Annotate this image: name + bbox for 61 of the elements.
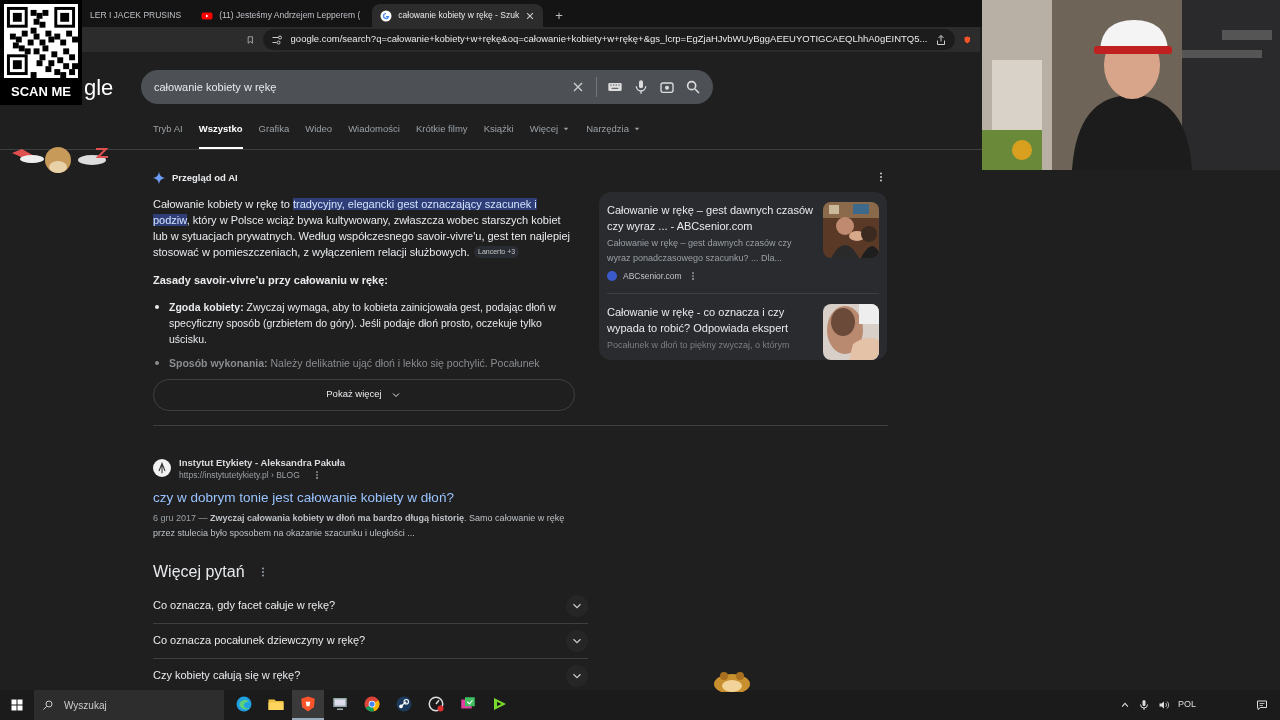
bullet-text: Zgoda kobiety: Zwyczaj wymaga, aby to kobieta zainicjowała gest, podając dłoń w specyficzny sposób (grzbietem do góry). Jeśli podaje dłoń prosto, oczekuje tylko uścisku.: [169, 299, 557, 347]
source-snippet: Całowanie w rękę – gest dawnych czasów czy wyraz ponadczasowego szacunku? ... Dla...: [607, 237, 793, 265]
microphone-icon[interactable]: [633, 79, 649, 95]
search-tab[interactable]: Wideo: [305, 122, 333, 149]
bullet-text: Sposób wykonania: Należy delikatnie ująć dłoń i lekko się pochylić. Pocałunek: [169, 355, 540, 371]
google-icon: [380, 9, 393, 22]
browser-tab[interactable]: całowanie kobiety w rękę - Szuk: [372, 4, 544, 27]
site-favicon-icon: [607, 271, 617, 282]
microphone-icon[interactable]: [1138, 699, 1150, 711]
camera-icon[interactable]: [659, 79, 675, 95]
search-tab[interactable]: Wiadomości: [348, 122, 400, 149]
language-indicator[interactable]: POL: [1178, 698, 1196, 712]
chrome-icon: [363, 695, 381, 713]
browser-tab[interactable]: (11) Jesteśmy Andrzejem Lepperem (: [193, 4, 369, 27]
search-tab[interactable]: Tryb AI: [153, 122, 183, 149]
question-row[interactable]: Co oznacza pocałunek dziewczyny w rękę?: [153, 623, 588, 659]
result-title-link[interactable]: czy w dobrym tonie jest całowanie kobiety w dłoń?: [153, 488, 888, 507]
edge-browser-icon: [235, 695, 253, 713]
question-row[interactable]: Co oznacza, gdy facet całuje w rękę?: [153, 588, 588, 624]
speaker-icon[interactable]: [1158, 699, 1170, 711]
sparkle-icon: [152, 171, 166, 185]
site-logo-icon: [153, 459, 171, 477]
close-icon[interactable]: [525, 10, 536, 21]
search-tab[interactable]: Książki: [483, 122, 514, 149]
qr-label: SCAN ME: [11, 83, 71, 101]
lion-shield-icon: [299, 695, 317, 713]
section-heading: Więcej pytań: [153, 561, 245, 582]
site-name: Instytut Etykiety - Aleksandra Pakuła: [179, 455, 345, 469]
new-tab-button[interactable]: +: [547, 4, 571, 27]
site-settings-icon[interactable]: [270, 33, 283, 46]
address-bar[interactable]: google.com/search?q=całowanie+kobiety+w+rękę&oq=całowanie+kobiety+w+rękę+&gs_lcrp=EgZjaHJvbWUyBggAEEUYOTIGCAEQLhhA0gEINTQ5...: [262, 29, 956, 50]
search-tab[interactable]: Więcej: [529, 122, 571, 149]
ai-overview-title: Przegląd od AI: [172, 170, 238, 185]
overview-subheading: Zasady savoir-vivre'u przy całowaniu w rękę:: [153, 273, 389, 288]
monitor-icon: [331, 695, 349, 713]
chevron-down-icon[interactable]: [566, 594, 588, 617]
source-site: ABCsenior.com: [623, 270, 682, 283]
search-tab[interactable]: Wszystko: [198, 122, 243, 149]
source-link[interactable]: Całowanie w rękę – gest dawnych czasów czy wyraz ... - ABCsenior.com: [607, 202, 815, 234]
result-snippet: 6 gru 2017 — Zwyczaj całowania kobiety w dłoń ma bardzo długą historię. Samo całowanie w rękę przez stulecia było sposobem na okazanie szacunku i uległości ...: [153, 511, 566, 540]
search-icon[interactable]: [685, 79, 701, 95]
search-tab[interactable]: Krótkie filmy: [415, 122, 468, 149]
qr-code-icon: [4, 4, 78, 78]
share-icon[interactable]: [935, 33, 948, 46]
search-field[interactable]: całowanie kobiety w rękę: [141, 70, 713, 104]
search-tab[interactable]: Narzędzia: [586, 122, 641, 149]
google-logo[interactable]: gle: [84, 74, 114, 100]
chevron-down-icon[interactable]: [566, 664, 588, 687]
taskbar-search-field[interactable]: Wyszukaj: [34, 690, 224, 720]
windows-logo-icon[interactable]: [11, 699, 23, 711]
search-icon: [42, 699, 54, 711]
gauge-icon: [427, 695, 445, 713]
notification-icon[interactable]: [1256, 699, 1268, 711]
search-tab[interactable]: Grafika: [258, 122, 290, 149]
source-link[interactable]: Całowanie w rękę - co oznacza i czy wypada to robić? Odpowiada ekspert: [607, 303, 815, 336]
caret-up-icon[interactable]: [1120, 700, 1130, 710]
result-url: https://instytutetykiety.pl › BLOG: [179, 468, 300, 481]
chevron-down-icon[interactable]: [566, 629, 588, 652]
source-snippet: Pocałunek w dłoń to piękny zwyczaj, o którym: [607, 338, 791, 352]
steam-icon: [395, 695, 413, 713]
browser-tab[interactable]: LER I JACEK PRUSINS: [82, 4, 190, 27]
